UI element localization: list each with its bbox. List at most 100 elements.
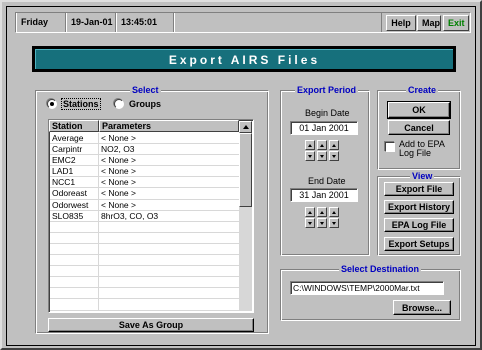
export-file-button[interactable]: Export File: [384, 182, 454, 196]
parameters-cell: [99, 299, 240, 310]
stations-radio[interactable]: Stations: [47, 98, 101, 110]
end-date-field[interactable]: 31 Jan 2001: [290, 188, 358, 202]
end-year-up[interactable]: [329, 207, 339, 217]
view-group-title: View: [410, 170, 435, 182]
arrow-down-icon: [308, 221, 312, 225]
begin-year-down[interactable]: [329, 151, 339, 161]
arrow-up-icon: [308, 210, 312, 214]
status-message: [174, 13, 382, 32]
groups-radio[interactable]: Groups: [114, 99, 161, 109]
table-row[interactable]: SLO835 8hrO3, CO, O3: [50, 210, 240, 222]
end-month-down[interactable]: [317, 218, 327, 228]
map-button[interactable]: Map: [417, 15, 441, 31]
export-history-button[interactable]: Export History: [384, 200, 454, 214]
table-rows: Average < None > Carpintr NO2, O3 EMC2 < None…: [50, 133, 240, 311]
table-scrollbar[interactable]: [239, 121, 252, 311]
radio-unselected-icon: [114, 99, 124, 109]
end-year-down[interactable]: [329, 218, 339, 228]
add-to-epa-label: Add to EPA Log File: [399, 140, 445, 158]
station-cell: [50, 255, 99, 266]
stations-table[interactable]: Station Parameters Average < None > Carpin…: [48, 119, 254, 313]
table-row[interactable]: [50, 255, 240, 267]
parameters-cell: < None >: [99, 188, 240, 199]
column-header-parameters[interactable]: Parameters: [99, 120, 239, 132]
export-setups-button[interactable]: Export Setups: [384, 237, 454, 251]
destination-path-field[interactable]: C:\WINDOWS\TEMP\2000Mar.txt: [290, 281, 444, 295]
table-row[interactable]: [50, 221, 240, 233]
arrow-down-icon: [332, 221, 336, 225]
parameters-cell: < None >: [99, 133, 240, 144]
parameters-cell: [99, 255, 240, 266]
end-day-down[interactable]: [305, 218, 315, 228]
arrow-down-icon: [332, 154, 336, 158]
parameters-cell: < None >: [99, 199, 240, 210]
save-as-group-button[interactable]: Save As Group: [48, 318, 254, 332]
help-button[interactable]: Help: [386, 15, 416, 31]
cancel-button[interactable]: Cancel: [388, 120, 450, 135]
arrow-down-icon: [320, 154, 324, 158]
table-row[interactable]: Average < None >: [50, 133, 240, 145]
destination-group-title: Select Destination: [339, 263, 422, 275]
status-day: Friday: [16, 13, 66, 32]
table-row[interactable]: [50, 232, 240, 244]
arrow-up-icon: [332, 143, 336, 147]
scroll-up-button[interactable]: [239, 121, 252, 133]
station-cell: EMC2: [50, 155, 99, 166]
table-row[interactable]: NCC1 < None >: [50, 177, 240, 189]
begin-year-up[interactable]: [329, 140, 339, 150]
column-header-station[interactable]: Station: [49, 120, 99, 132]
station-cell: [50, 243, 99, 255]
table-row[interactable]: [50, 266, 240, 278]
export-period-title: Export Period: [295, 84, 359, 96]
groups-radio-label: Groups: [129, 99, 162, 109]
table-row[interactable]: [50, 277, 240, 289]
table-row[interactable]: [50, 288, 240, 300]
table-row[interactable]: LAD1 < None >: [50, 166, 240, 178]
end-date-label: End Date: [308, 176, 346, 186]
arrow-up-icon: [308, 143, 312, 147]
end-month-up[interactable]: [317, 207, 327, 217]
exit-button[interactable]: Exit: [443, 15, 469, 31]
begin-month-down[interactable]: [317, 151, 327, 161]
banner-title: Export AIRS Files: [35, 49, 453, 69]
browse-button[interactable]: Browse...: [393, 300, 451, 315]
ok-button[interactable]: OK: [387, 101, 451, 119]
table-row[interactable]: Odorwest < None >: [50, 199, 240, 211]
table-row[interactable]: Carpintr NO2, O3: [50, 144, 240, 156]
parameters-cell: < None >: [99, 166, 240, 177]
station-cell: Carpintr: [50, 144, 99, 155]
parameters-cell: < None >: [99, 155, 240, 166]
station-cell: [50, 277, 99, 288]
table-row[interactable]: [50, 299, 240, 311]
begin-day-down[interactable]: [305, 151, 315, 161]
parameters-cell: NO2, O3: [99, 144, 240, 155]
station-cell: Odorwest: [50, 199, 99, 210]
add-to-epa-checkbox[interactable]: [385, 142, 395, 152]
begin-month-up[interactable]: [317, 140, 327, 150]
begin-date-field[interactable]: 01 Jan 2001: [290, 121, 358, 135]
station-cell: [50, 221, 99, 232]
parameters-cell: [99, 288, 240, 299]
status-time: 13:45:01: [116, 13, 174, 32]
epa-log-file-button[interactable]: EPA Log File: [384, 218, 454, 232]
table-row[interactable]: Odoreast < None >: [50, 188, 240, 200]
scroll-thumb[interactable]: [239, 133, 252, 207]
parameters-cell: [99, 243, 240, 255]
end-day-up[interactable]: [305, 207, 315, 217]
begin-day-up[interactable]: [305, 140, 315, 150]
table-row[interactable]: [50, 243, 240, 256]
parameters-cell: [99, 221, 240, 232]
station-cell: SLO835: [50, 210, 99, 221]
station-cell: [50, 299, 99, 310]
parameters-cell: [99, 277, 240, 288]
parameters-cell: < None >: [99, 177, 240, 188]
radio-selected-icon: [47, 99, 57, 109]
arrow-down-icon: [308, 154, 312, 158]
station-cell: [50, 232, 99, 243]
station-cell: [50, 266, 99, 277]
table-row[interactable]: EMC2 < None >: [50, 155, 240, 167]
status-date: 19-Jan-01: [66, 13, 116, 32]
parameters-cell: [99, 232, 240, 243]
begin-date-label: Begin Date: [305, 108, 350, 118]
parameters-cell: [99, 266, 240, 277]
